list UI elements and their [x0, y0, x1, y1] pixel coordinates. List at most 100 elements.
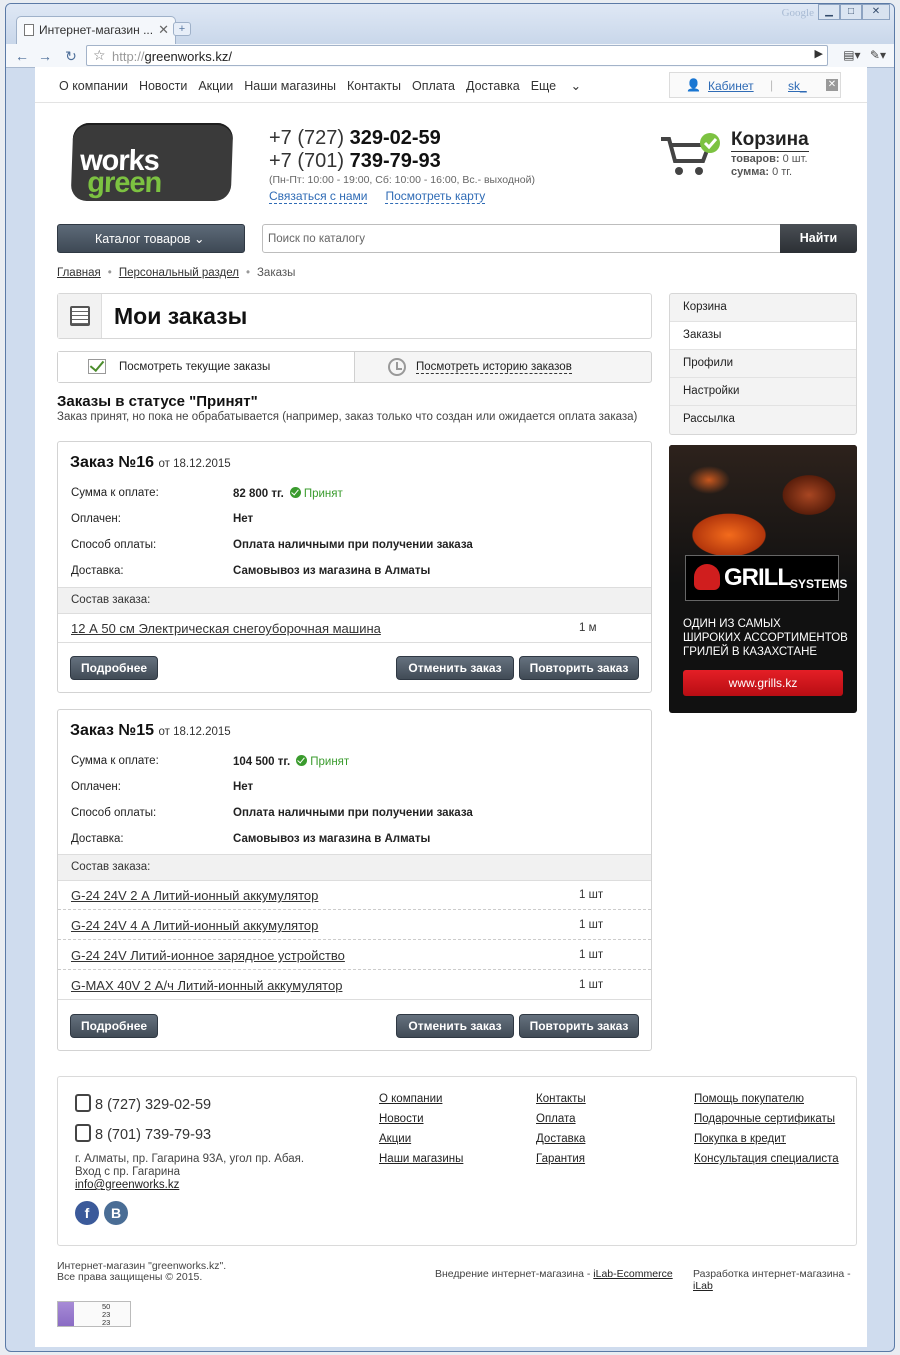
order-paid: Нет — [233, 513, 254, 525]
order-sum: 104 500 тг. Принят — [233, 755, 350, 768]
banner-text: ОДИН ИЗ САМЫХ ШИРОКИХ АССОРТИМЕНТОВ ГРИЛЕЙ… — [683, 618, 848, 658]
item-name-link[interactable]: 12 А 50 см Электрическая снегоуборочная … — [71, 621, 381, 636]
view-map-link[interactable]: Посмотреть карту — [385, 189, 486, 204]
footer-address: г. Алматы, пр. Гагарина 93А, угол пр. Аб… — [75, 1153, 305, 1192]
browser-tab[interactable]: Интернет-магазин ... ✕ — [16, 16, 176, 44]
footer-link[interactable]: Новости — [379, 1113, 463, 1125]
cart-title[interactable]: Корзина — [731, 129, 809, 152]
order-payment: Оплата наличными при получении заказа — [233, 539, 473, 551]
footer-link[interactable]: Оплата — [536, 1113, 586, 1125]
cart-sum: сумма: 0 тг. — [731, 166, 793, 178]
address-bar[interactable]: ☆ http://greenworks.kz/ ▶ — [86, 45, 828, 66]
footer-phone-1: 8 (727) 329-02-59 — [75, 1094, 211, 1113]
reload-icon[interactable]: ↻ — [61, 46, 81, 66]
vk-icon[interactable]: B — [104, 1201, 128, 1225]
go-arrow-icon[interactable]: ▶ — [815, 47, 823, 60]
footer-link[interactable]: О компании — [379, 1093, 463, 1105]
footer-link[interactable]: Доставка — [536, 1133, 586, 1145]
footer-link[interactable]: Помощь покупателю — [694, 1093, 839, 1105]
check-circle-icon — [296, 755, 308, 766]
tab-current-orders[interactable]: Посмотреть текущие заказы — [58, 352, 355, 382]
footer-link[interactable]: Наши магазины — [379, 1153, 463, 1165]
composition-header: Состав заказа: — [58, 587, 651, 614]
chevron-down-icon: ⌄ — [193, 232, 205, 246]
breadcrumb-home[interactable]: Главная — [57, 267, 101, 279]
sidebar-item-settings[interactable]: Настройки — [670, 378, 856, 406]
page-menu-icon[interactable]: ▤▾ ✎▾ — [843, 48, 886, 62]
greenworks-logo[interactable]: green works — [70, 123, 234, 201]
breadcrumb: Главная • Персональный раздел • Заказы — [57, 267, 296, 279]
footer-link[interactable]: Консультация специалиста — [694, 1153, 839, 1165]
item-name-link[interactable]: G-MAX 40V 2 А/ч Литий-ионный аккумулятор — [71, 978, 342, 993]
footer-link[interactable]: Контакты — [536, 1093, 586, 1105]
phone-icon — [75, 1094, 91, 1112]
search-button[interactable]: Найти — [780, 224, 857, 253]
close-window-button[interactable]: ✕ — [862, 4, 890, 20]
catalog-button[interactable]: Каталог товаров ⌄ — [57, 224, 245, 253]
repeat-order-button[interactable]: Повторить заказ — [519, 656, 639, 680]
tab-close-icon[interactable]: ✕ — [158, 22, 169, 38]
ilab-ecommerce-link[interactable]: iLab-Ecommerce — [593, 1268, 672, 1280]
nav-link-delivery[interactable]: Доставка — [466, 79, 520, 93]
footer-link[interactable]: Акции — [379, 1133, 463, 1145]
cabinet-link[interactable]: Кабинет — [708, 79, 754, 93]
footer-link[interactable]: Покупка в кредит — [694, 1133, 839, 1145]
search-bar: Поиск по каталогу Найти — [262, 224, 857, 253]
details-button[interactable]: Подробнее — [70, 656, 158, 680]
contact-us-link[interactable]: Связаться с нами — [269, 189, 368, 204]
cancel-order-button[interactable]: Отменить заказ — [396, 1014, 514, 1038]
ilab-link[interactable]: iLab — [693, 1280, 713, 1292]
contact-links: Связаться с нами Посмотреть карту — [269, 189, 535, 204]
label-paid: Оплачен: — [71, 513, 121, 525]
forward-arrow-icon[interactable]: → — [35, 46, 55, 66]
back-arrow-icon[interactable]: ← — [12, 46, 32, 66]
nav-link-promo[interactable]: Акции — [198, 79, 233, 93]
banner-link-button[interactable]: www.grills.kz — [683, 670, 843, 696]
footer-link[interactable]: Гарантия — [536, 1153, 586, 1165]
nav-link-stores[interactable]: Наши магазины — [244, 79, 336, 93]
footer-col-3: Помощь покупателю Подарочные сертификаты… — [694, 1093, 839, 1173]
grill-systems-logo: GRILL SYSTEMS — [685, 555, 847, 601]
label-payment: Способ оплаты: — [71, 539, 157, 551]
item-name-link[interactable]: G-24 24V 4 А Литий-ионный аккумулятор — [71, 918, 318, 933]
breadcrumb-personal[interactable]: Персональный раздел — [119, 267, 239, 279]
sidebar-item-orders[interactable]: Заказы — [670, 322, 856, 350]
url-text: http://greenworks.kz/ — [112, 49, 232, 64]
logout-icon[interactable]: ✕ — [826, 79, 838, 91]
phone-2: +7 (701) 739-79-93 — [269, 150, 441, 172]
footer-link[interactable]: Подарочные сертификаты — [694, 1113, 839, 1125]
nav-link-contacts[interactable]: Контакты — [347, 79, 401, 93]
development-credit: Разработка интернет-магазина - iLab — [693, 1268, 851, 1292]
sidebar-item-subscription[interactable]: Рассылка — [670, 406, 856, 434]
repeat-order-button[interactable]: Повторить заказ — [519, 1014, 639, 1038]
maximize-button[interactable]: □ — [840, 4, 862, 20]
cancel-order-button[interactable]: Отменить заказ — [396, 656, 514, 680]
shopping-cart-icon — [661, 133, 720, 175]
label-sum: Сумма к оплате: — [71, 755, 159, 767]
check-circle-icon — [289, 487, 301, 498]
search-input[interactable]: Поиск по каталогу — [268, 233, 365, 245]
visit-counter[interactable]: 50 23 23 — [57, 1301, 131, 1327]
sidebar-item-cart[interactable]: Корзина — [670, 294, 856, 322]
tab-order-history[interactable]: Посмотреть историю заказов — [356, 352, 652, 382]
chevron-down-icon: ⌄ — [570, 79, 582, 93]
implementation-credit: Внедрение интернет-магазина - iLab-Ecomm… — [435, 1268, 673, 1280]
item-name-link[interactable]: G-24 24V 2 А Литий-ионный аккумулятор — [71, 888, 318, 903]
nav-link-news[interactable]: Новости — [139, 79, 187, 93]
sidebar-item-profiles[interactable]: Профили — [670, 350, 856, 378]
details-button[interactable]: Подробнее — [70, 1014, 158, 1038]
nav-link-more[interactable]: Еще ⌄ — [531, 79, 592, 93]
new-tab-button[interactable]: + — [173, 22, 191, 36]
bookmark-star-icon[interactable]: ☆ — [93, 47, 106, 64]
footer: 8 (727) 329-02-59 8 (701) 739-79-93 г. А… — [57, 1076, 857, 1246]
facebook-icon[interactable]: f — [75, 1201, 99, 1225]
item-name-link[interactable]: G-24 24V Литий-ионное зарядное устройств… — [71, 948, 345, 963]
email-link[interactable]: info@greenworks.kz — [75, 1179, 304, 1192]
order-delivery: Самовывоз из магазина в Алматы — [233, 833, 431, 845]
nav-link-payment[interactable]: Оплата — [412, 79, 455, 93]
nav-link-about[interactable]: О компании — [59, 79, 128, 93]
user-login-link[interactable]: sk_ — [788, 79, 807, 93]
grill-systems-banner[interactable]: GRILL SYSTEMS ОДИН ИЗ САМЫХ ШИРОКИХ АССОР… — [669, 445, 857, 713]
order-delivery: Самовывоз из магазина в Алматы — [233, 565, 431, 577]
minimize-button[interactable]: ▁ — [818, 4, 840, 20]
